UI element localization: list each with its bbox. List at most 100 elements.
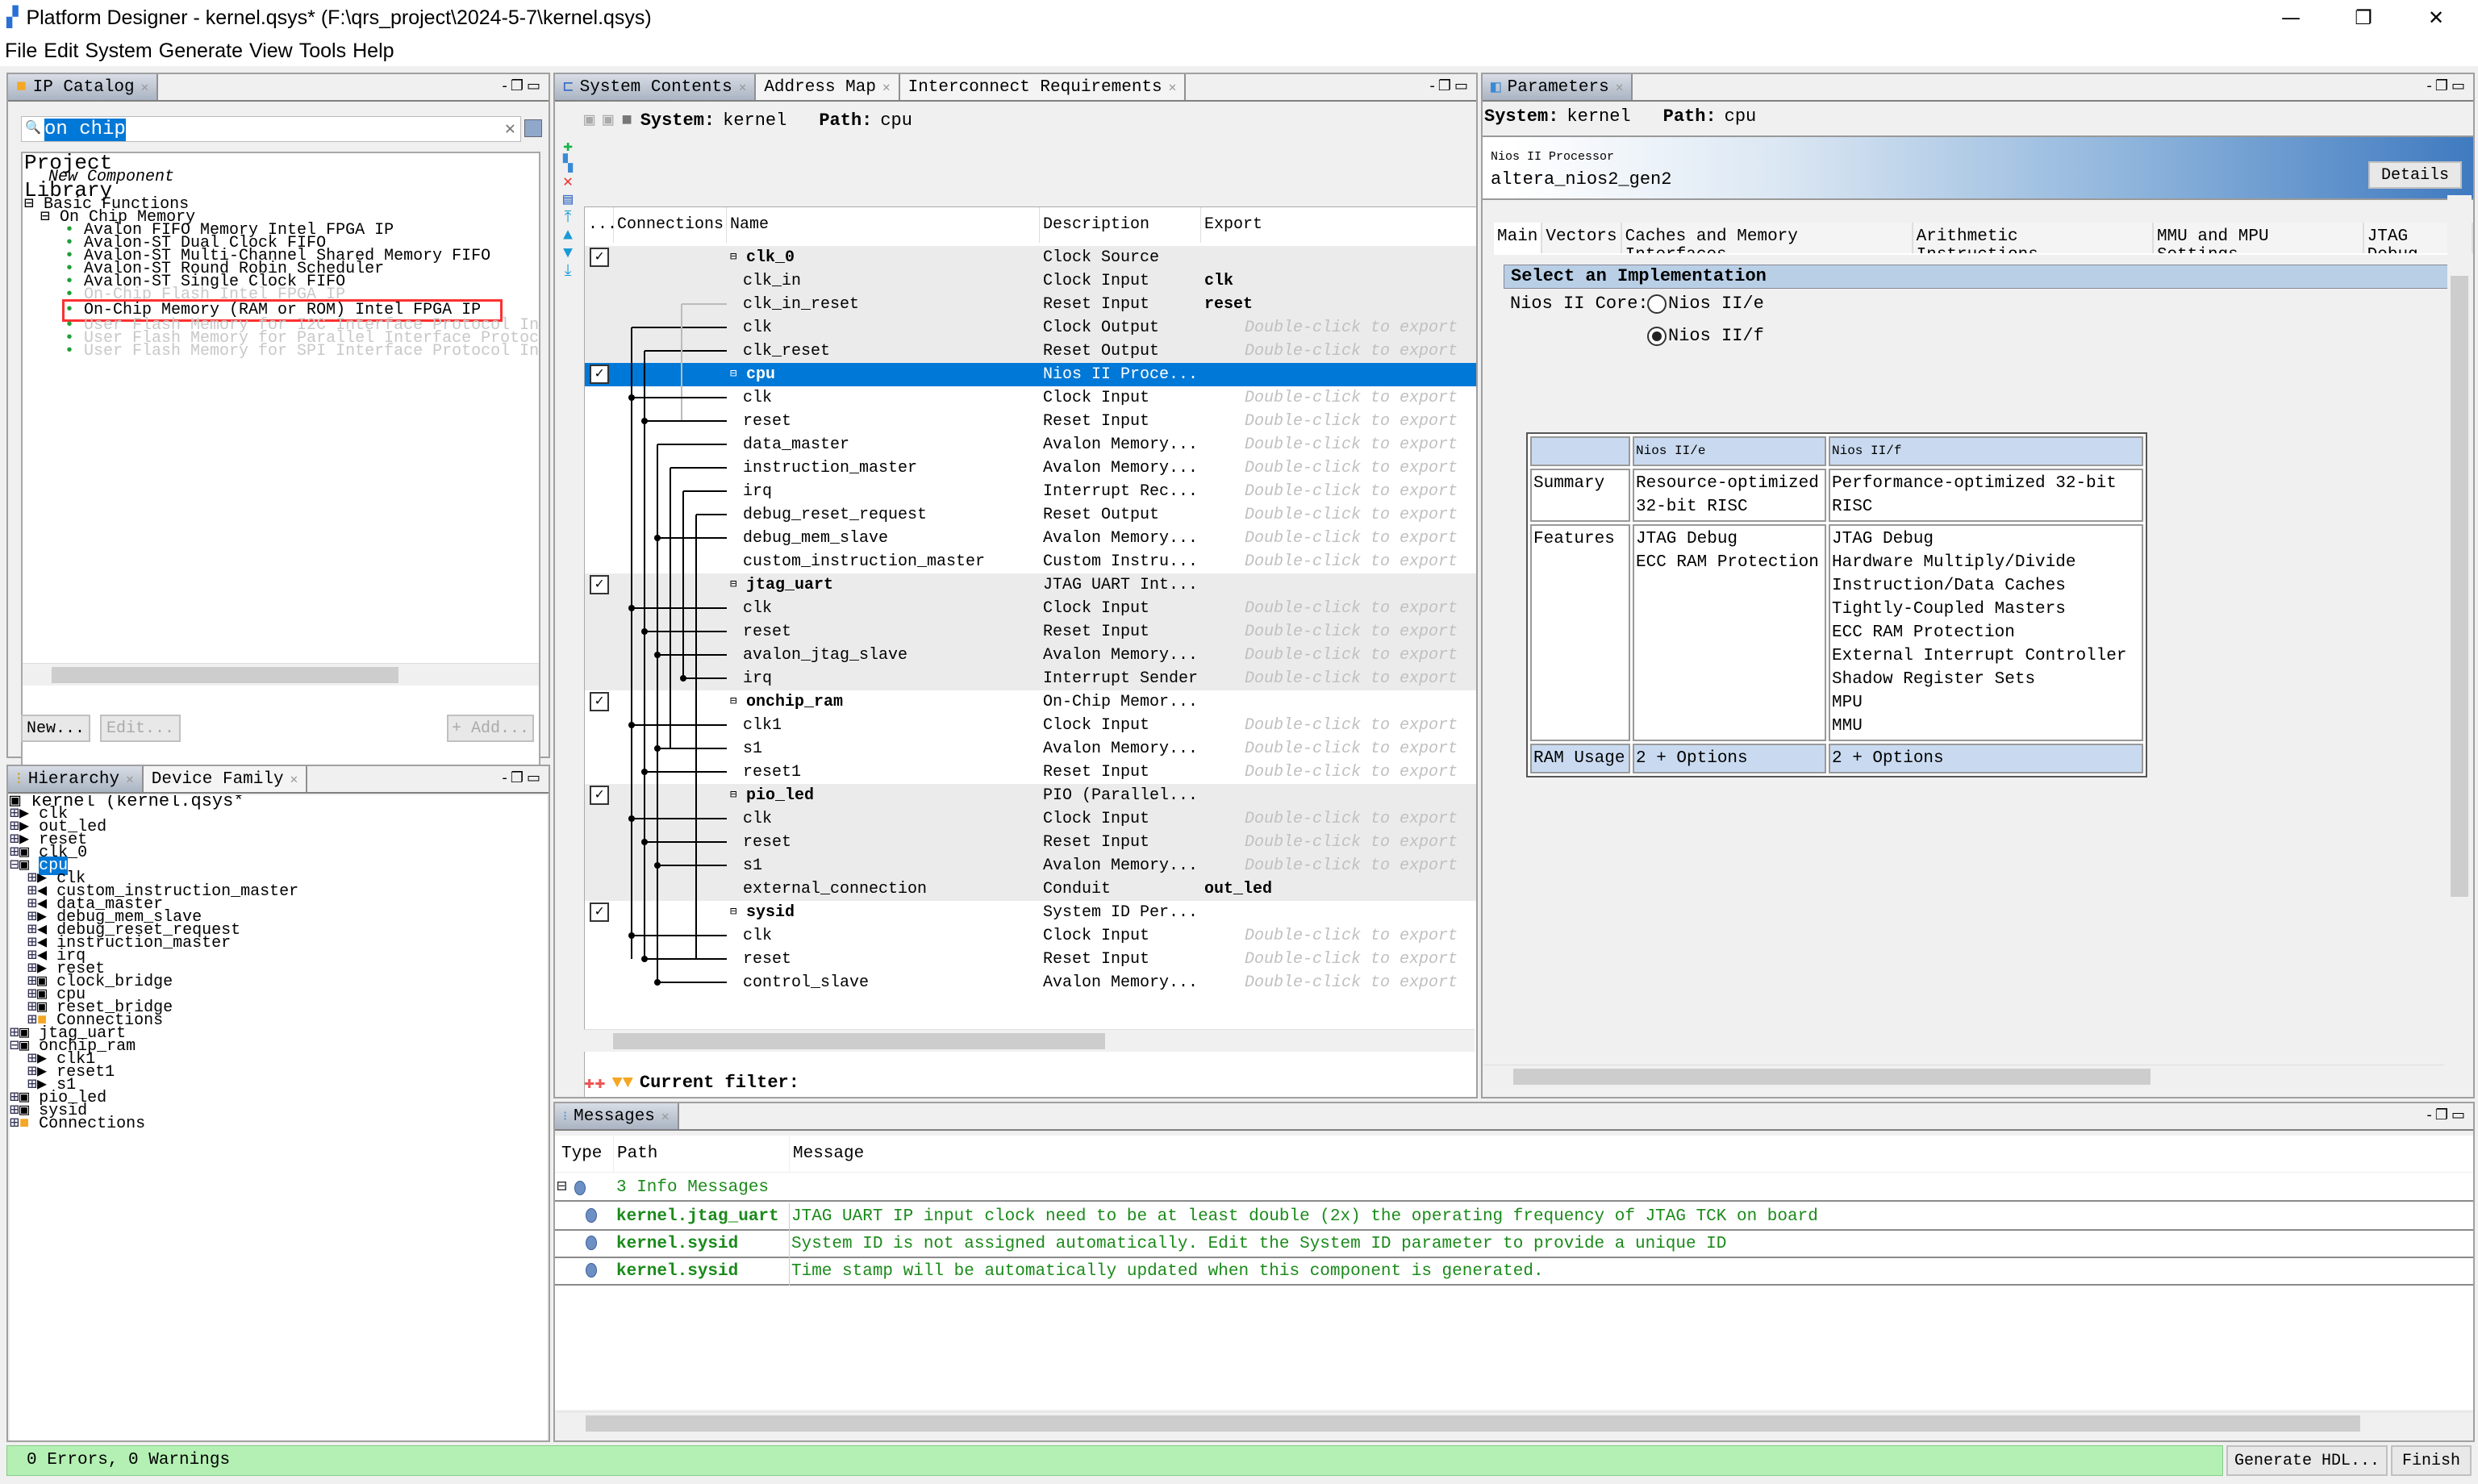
collapse-icon[interactable]: ⊟ <box>730 690 736 714</box>
export-hint[interactable]: Double-click to export <box>1245 386 1476 410</box>
tab-device-family[interactable]: Device Family ✕ <box>143 766 308 792</box>
hierarchy-item[interactable]: ⊞▣ pio_led <box>10 1090 547 1107</box>
column-header[interactable]: Message <box>789 1136 864 1173</box>
finish-button[interactable]: Finish <box>2391 1445 2472 1476</box>
close-tab-icon[interactable]: ✕ <box>882 79 891 95</box>
enable-checkbox[interactable]: ✓ <box>590 575 609 594</box>
message-group-row[interactable]: ⊟ 3 Info Messages <box>555 1174 2473 1202</box>
export-hint[interactable]: Double-click to export <box>1245 714 1476 737</box>
export-hint[interactable]: Double-click to export <box>1245 667 1476 690</box>
collapse-icon[interactable]: ⊟ <box>730 784 736 807</box>
export-hint[interactable]: Double-click to export <box>1245 854 1476 877</box>
close-tab-icon[interactable]: ✕ <box>1616 79 1624 95</box>
enable-checkbox[interactable]: ✓ <box>590 786 609 805</box>
tab-hierarchy[interactable]: ⁝ Hierarchy ✕ <box>8 766 144 792</box>
ip-catalog-hscrollbar[interactable] <box>23 663 539 686</box>
collapse-icon[interactable]: ⊟ <box>557 1174 567 1202</box>
nav-system-icon[interactable]: ■ <box>622 110 632 131</box>
export-hint[interactable]: Double-click to export <box>1245 924 1476 948</box>
close-tab-icon[interactable]: ✕ <box>739 79 747 95</box>
restore-button[interactable]: ❐ <box>2339 3 2388 32</box>
export-hint[interactable]: Double-click to export <box>1245 410 1476 433</box>
connection-dot[interactable] <box>641 839 648 845</box>
export-hint[interactable]: Double-click to export <box>1245 620 1476 644</box>
close-tab-icon[interactable]: ✕ <box>126 771 134 787</box>
expand-icon[interactable]: ⊞ <box>10 1115 19 1133</box>
connection-dot[interactable] <box>641 769 648 775</box>
close-tab-icon[interactable]: ✕ <box>661 1108 670 1124</box>
connections-graph[interactable] <box>614 243 727 1049</box>
collapse-icon[interactable]: ⊟ <box>730 573 736 597</box>
column-header[interactable]: Type <box>561 1136 602 1173</box>
expand-icon[interactable]: ⊟ <box>10 857 19 875</box>
export-hint[interactable]: Double-click to export <box>1245 948 1476 971</box>
export-hint[interactable]: Double-click to export <box>1245 456 1476 480</box>
generate-hdl-button[interactable]: Generate HDL... <box>2226 1445 2388 1476</box>
connection-dot[interactable] <box>628 932 635 939</box>
connection-dot[interactable] <box>628 605 635 611</box>
menu-system[interactable]: System <box>85 40 152 63</box>
collapse-icon[interactable]: ⊟ <box>730 363 736 386</box>
export-hint[interactable]: Double-click to export <box>1245 761 1476 784</box>
message-row[interactable]: kernel.sysid Time stamp will be automatic… <box>555 1258 2473 1286</box>
funnel-icon[interactable]: ▼▼ <box>612 1073 633 1094</box>
connection-dot[interactable] <box>628 394 635 401</box>
radio-nios-e[interactable]: Nios II/e <box>1647 294 1764 314</box>
panel-controls[interactable]: -❐▭ <box>502 769 544 786</box>
export-hint[interactable]: Double-click to export <box>1245 433 1476 456</box>
edit-icon[interactable]: ▤ <box>557 192 579 210</box>
connection-dot[interactable] <box>654 535 661 541</box>
system-contents-hscrollbar[interactable] <box>584 1029 1475 1052</box>
hierarchy-item[interactable]: ⊞■ Connections <box>10 1115 547 1133</box>
hierarchy-item[interactable]: ⊞◀ instruction_master <box>10 936 547 952</box>
panel-controls[interactable]: -❐▭ <box>2426 1107 2468 1123</box>
remove-icon[interactable]: ✕ <box>557 174 579 192</box>
minimize-button[interactable]: — <box>2267 3 2315 32</box>
tab-interconnect-requirements[interactable]: Interconnect Requirements ✕ <box>899 74 1187 100</box>
messages-hscrollbar[interactable] <box>557 1411 2473 1434</box>
collapse-icon[interactable]: ⊟ <box>730 901 736 924</box>
export-hint[interactable]: Double-click to export <box>1245 597 1476 620</box>
export-hint[interactable]: Double-click to export <box>1245 503 1476 527</box>
details-button[interactable]: Details <box>2368 161 2462 189</box>
close-button[interactable]: ✕ <box>2412 3 2460 32</box>
export-hint[interactable]: Double-click to export <box>1245 971 1476 994</box>
connection-dot[interactable] <box>654 979 661 986</box>
param-tab-main[interactable]: Main <box>1494 223 1543 253</box>
new-component-button[interactable]: New... <box>21 715 90 742</box>
param-tab-arithmetic-instructions[interactable]: Arithmetic Instructions <box>1913 223 2154 265</box>
connection-dot[interactable] <box>654 745 661 752</box>
column-header[interactable]: Path <box>613 1136 657 1173</box>
column-header[interactable]: Export <box>1201 207 1476 243</box>
connection-dot[interactable] <box>641 628 648 635</box>
column-header[interactable]: ... <box>585 207 617 243</box>
move-bottom-icon[interactable]: ⤓ <box>557 263 579 281</box>
close-tab-icon[interactable]: ✕ <box>141 79 149 95</box>
menu-generate[interactable]: Generate <box>159 40 243 63</box>
hierarchy-root[interactable]: ▣ kernel (kernel.qsys* <box>10 795 547 811</box>
tab-parameters[interactable]: ◧ Parameters ✕ <box>1483 74 1633 100</box>
tab-messages[interactable]: ⁝ Messages ✕ <box>555 1103 679 1129</box>
panel-controls[interactable]: -❐▭ <box>2426 77 2468 94</box>
tab-system-contents[interactable]: ⊏ System Contents ✕ <box>555 74 757 100</box>
panel-controls[interactable]: -❐▭ <box>1429 77 1471 94</box>
ip-item[interactable]: • On-Chip Flash Intel FPGA IP <box>23 287 539 303</box>
tab-address-map[interactable]: Address Map ✕ <box>756 74 900 100</box>
ip-search-input[interactable]: 🔍 on chip ✕ <box>21 116 521 142</box>
add-ip-button[interactable]: + Add... <box>447 715 534 742</box>
column-header[interactable]: Name <box>727 207 1040 243</box>
hierarchy-item[interactable]: ⊟▣ cpu <box>10 857 547 875</box>
parameters-vscrollbar[interactable] <box>2447 195 2472 1058</box>
export-value[interactable]: clk <box>1204 269 1233 293</box>
export-hint[interactable]: Double-click to export <box>1245 644 1476 667</box>
export-hint[interactable]: Double-click to export <box>1245 550 1476 573</box>
enable-checkbox[interactable]: ✓ <box>590 365 609 384</box>
param-tab-mmu-and-mpu-settings[interactable]: MMU and MPU Settings <box>2153 223 2364 265</box>
enable-checkbox[interactable]: ✓ <box>590 902 609 922</box>
connection-dot[interactable] <box>654 862 661 869</box>
collapse-icon[interactable]: ⊟ <box>730 246 736 269</box>
export-hint[interactable]: Double-click to export <box>1245 316 1476 340</box>
move-top-icon[interactable]: ⤒ <box>557 210 579 227</box>
add-connection-icon[interactable]: ▚ <box>557 156 579 174</box>
connection-dot[interactable] <box>654 652 661 658</box>
